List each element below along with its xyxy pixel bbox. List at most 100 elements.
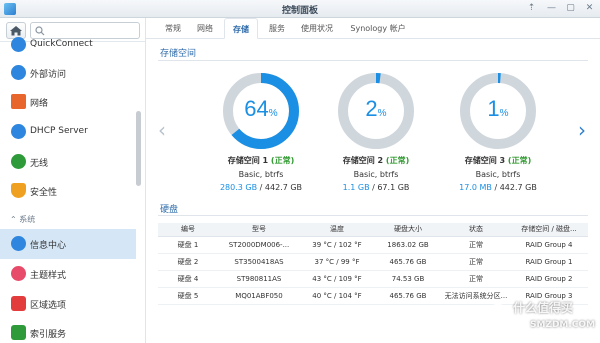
disk-id: 硬盘 2 [158, 253, 218, 271]
minimize-button[interactable]: — [546, 3, 557, 14]
disk-temperature: 43 °C / 109 °F [300, 270, 374, 288]
title-bar: 控制面板 ⇡ — ▢ ✕ [0, 0, 600, 18]
volume-card-2[interactable]: 2% 存储空间 2 (正常) Basic, btrfs 1.1 GB / 67.… [316, 72, 436, 192]
volume-used: 280.3 GB [219, 183, 258, 192]
sidebar-item-label: 区域选项 [30, 301, 67, 311]
volume-name: 存储空间 1 [227, 156, 269, 165]
disk-id: 硬盘 1 [158, 236, 218, 254]
shield-icon [11, 183, 26, 198]
sidebar-item-info-center[interactable]: 信息中心 [0, 229, 136, 259]
sidebar-item-quickconnect[interactable]: QuickConnect [0, 30, 136, 60]
disk-model: ST2000DM006-... [218, 236, 300, 254]
column-header[interactable]: 硬盘大小 [374, 223, 442, 237]
sidebar-item-label: 索引服务 [30, 330, 67, 340]
disk-id: 硬盘 4 [158, 270, 218, 288]
sidebar-item-label: 安全性 [30, 188, 58, 198]
disk-group: RAID Group 2 [510, 270, 588, 288]
table-row[interactable]: 硬盘 4 ST980811AS 43 °C / 109 °F 74.53 GB … [158, 270, 588, 288]
volume-status: (正常) [385, 156, 410, 165]
table-row[interactable]: 硬盘 2 ST3500418AS 37 °C / 99 °F 465.76 GB… [158, 253, 588, 271]
volume-card-3[interactable]: 1% 存储空间 3 (正常) Basic, btrfs 17.0 MB / 44… [438, 72, 558, 192]
prev-arrow-icon[interactable]: ‹ [158, 118, 166, 142]
region-icon [11, 296, 26, 311]
column-header[interactable]: 型号 [218, 223, 300, 237]
sidebar-item-label: DHCP Server [30, 126, 88, 136]
sidebar-item-label: QuickConnect [30, 39, 93, 49]
tab-general[interactable]: 常规 [160, 18, 186, 39]
disk-id: 硬盘 5 [158, 287, 218, 305]
palette-icon [11, 266, 26, 281]
watermark: 值 什么值得买 SMZDM.COM [486, 296, 596, 340]
column-header[interactable]: 存储空间 / 磁盘... [510, 223, 588, 237]
disk-size: 74.53 GB [374, 270, 442, 288]
volume-total: / 442.7 GB [491, 183, 537, 192]
sidebar-item-network[interactable]: 网络 [0, 87, 136, 117]
disk-temperature: 40 °C / 104 °F [300, 287, 374, 305]
disk-temperature: 37 °C / 99 °F [300, 253, 374, 271]
tab-usage[interactable]: 使用状况 [298, 18, 336, 39]
disk-size: 465.76 GB [374, 287, 442, 305]
sidebar-item-label: 无线 [30, 159, 49, 169]
sidebar-item-external-access[interactable]: 外部访问 [0, 58, 136, 88]
sidebar-item-dhcp-server[interactable]: DHCP Server [0, 117, 136, 147]
column-header[interactable]: 温度 [300, 223, 374, 237]
volume-card-1[interactable]: 64% 存储空间 1 (正常) Basic, btrfs 280.3 GB / … [201, 72, 321, 192]
disk-table: 编号 型号 温度 硬盘大小 状态 存储空间 / 磁盘... 硬盘 1 ST200… [158, 223, 588, 305]
next-arrow-icon[interactable]: › [578, 118, 586, 142]
volume-usage-donut: 1% [459, 72, 537, 150]
table-row[interactable]: 硬盘 1 ST2000DM006-... 39 °C / 102 °F 1863… [158, 236, 588, 254]
maximize-button[interactable]: ▢ [565, 3, 576, 14]
window-title: 控制面板 [281, 6, 318, 16]
percent-sign: % [377, 108, 387, 119]
close-button[interactable]: ✕ [584, 3, 595, 14]
sidebar: QuickConnect 外部访问 网络 DHCP Server 无线 安全性 … [0, 18, 146, 343]
chevron-up-icon: ⌃ [10, 215, 17, 224]
percent-sign: % [499, 108, 509, 119]
disk-status: 正常 [442, 236, 510, 254]
usage-percent: 2 [365, 96, 378, 121]
table-header-row: 编号 型号 温度 硬盘大小 状态 存储空间 / 磁盘... [158, 223, 588, 237]
watermark-text: 什么值得买 [513, 301, 574, 315]
tab-service[interactable]: 服务 [264, 18, 290, 39]
volume-status: (正常) [507, 156, 532, 165]
volume-total: / 67.1 GB [369, 183, 410, 192]
column-header[interactable]: 状态 [442, 223, 510, 237]
info-icon [11, 236, 26, 251]
sidebar-item-indexing-service[interactable]: 索引服务 [0, 318, 136, 343]
disk-status: 正常 [442, 253, 510, 271]
usage-percent: 1 [487, 96, 500, 121]
volume-name: 存储空间 2 [342, 156, 384, 165]
sidebar-item-regional-options[interactable]: 区域选项 [0, 289, 136, 319]
wifi-icon [11, 154, 26, 169]
sidebar-section-system[interactable]: ⌃ 系统 [10, 214, 35, 225]
storage-section-title: 存储空间 [160, 49, 197, 59]
disk-status: 正常 [442, 270, 510, 288]
disk-temperature: 39 °C / 102 °F [300, 236, 374, 254]
sidebar-item-wireless[interactable]: 无线 [0, 147, 136, 177]
disk-model: MQ01ABF050 [218, 287, 300, 305]
index-icon [11, 325, 26, 340]
sidebar-item-theme[interactable]: 主题样式 [0, 259, 136, 289]
volume-usage-donut: 2% [337, 72, 415, 150]
sidebar-item-security[interactable]: 安全性 [0, 176, 136, 206]
disk-size: 1863.02 GB [374, 236, 442, 254]
pin-icon[interactable]: ⇡ [526, 3, 537, 14]
column-header[interactable]: 编号 [158, 223, 218, 237]
sidebar-item-label: 信息中心 [30, 241, 67, 251]
watermark-subtext: SMZDM.COM [530, 320, 596, 330]
volume-filesystem: Basic, btrfs [353, 170, 399, 179]
volume-filesystem: Basic, btrfs [238, 170, 284, 179]
sidebar-item-label: 网络 [30, 99, 49, 109]
quickconnect-icon [11, 37, 26, 52]
disk-size: 465.76 GB [374, 253, 442, 271]
svg-text:值: 值 [493, 308, 504, 322]
network-icon [11, 94, 26, 109]
usage-percent: 64 [244, 96, 269, 121]
disk-group: RAID Group 1 [510, 253, 588, 271]
sidebar-item-label: 主题样式 [30, 271, 67, 281]
tab-synology-account[interactable]: Synology 帐户 [346, 18, 410, 39]
sidebar-item-label: 外部访问 [30, 70, 67, 80]
tab-storage[interactable]: 存储 [224, 18, 258, 39]
sidebar-scrollbar[interactable] [136, 111, 141, 186]
tab-network[interactable]: 网络 [192, 18, 218, 39]
